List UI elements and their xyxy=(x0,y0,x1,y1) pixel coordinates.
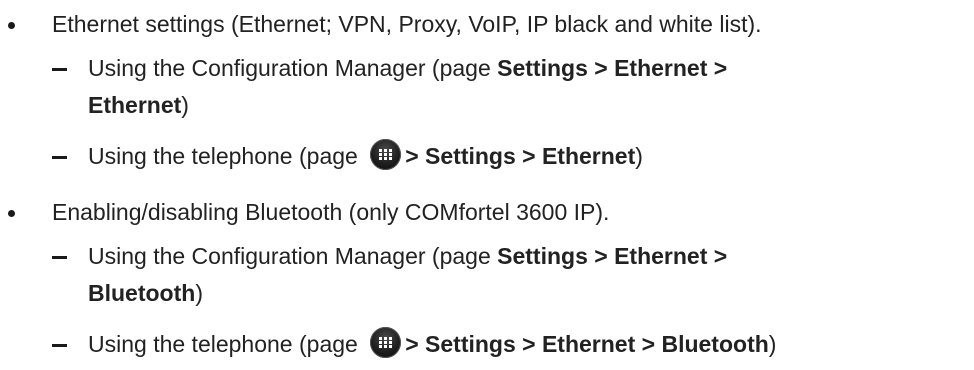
dash-icon xyxy=(52,256,67,259)
sub-item-text: Using the Configuration Manager (page Se… xyxy=(88,51,727,86)
sub-item-text: Using the telephone (page > Settings > E… xyxy=(88,139,643,174)
sub-item-suffix: ) xyxy=(195,280,203,306)
app-menu-icon xyxy=(370,139,402,170)
dash-icon xyxy=(52,156,67,159)
dash-icon xyxy=(52,68,67,71)
sub-item-suffix: ) xyxy=(181,92,189,118)
bullet-icon xyxy=(8,22,15,29)
sub-item-text: Ethernet) xyxy=(88,88,189,123)
menu-path-bold: Bluetooth xyxy=(88,280,196,306)
list-item-text: Ethernet settings (Ethernet; VPN, Proxy,… xyxy=(52,11,762,37)
document-page: Ethernet settings (Ethernet; VPN, Proxy,… xyxy=(0,0,974,370)
menu-path-bold: > Settings > Ethernet xyxy=(405,143,636,169)
sub-item-prefix: Using the Configuration Manager (page xyxy=(88,243,498,269)
sub-item-text: Using the telephone (page > Settings > E… xyxy=(88,327,776,362)
sub-item-suffix: ) xyxy=(635,143,643,169)
sub-item-prefix: Using the telephone (page xyxy=(88,143,365,169)
sub-item-prefix: Using the Configuration Manager (page xyxy=(88,55,498,81)
dash-icon xyxy=(52,344,67,347)
menu-path-bold: Ethernet xyxy=(88,92,182,118)
sub-item-prefix: Using the telephone (page xyxy=(88,331,365,357)
sub-item-suffix: ) xyxy=(768,331,777,357)
menu-path-bold: Settings > Ethernet > xyxy=(497,55,728,81)
sub-item-text: Using the Configuration Manager (page Se… xyxy=(88,239,727,274)
bullet-icon xyxy=(8,210,15,217)
menu-path-bold: Settings > Ethernet > xyxy=(497,243,728,269)
sub-item-text: Bluetooth) xyxy=(88,276,203,311)
list-item-text: Enabling/disabling Bluetooth (only COMfo… xyxy=(52,199,610,225)
app-menu-icon xyxy=(370,327,402,358)
menu-path-bold: > Settings > Ethernet > Bluetooth xyxy=(405,331,769,357)
